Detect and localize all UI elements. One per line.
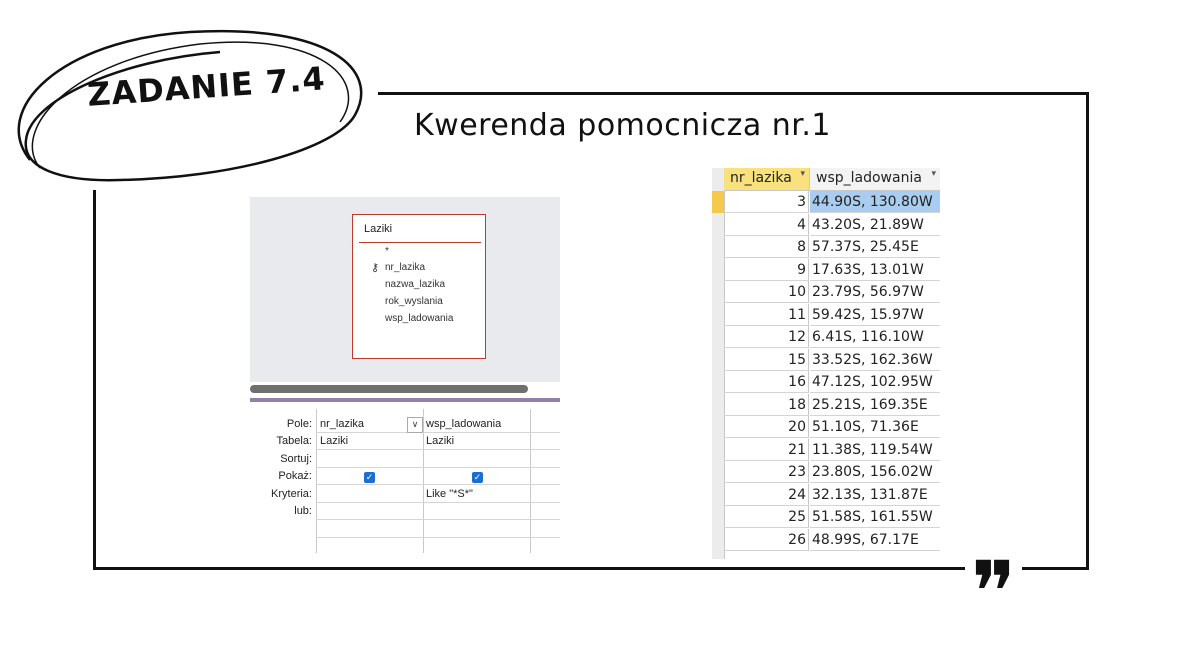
cell-wsp-ladowania[interactable]: 57.37S, 25.45E — [810, 236, 940, 258]
cell-nr-lazika[interactable]: 18 — [724, 393, 809, 416]
row-label-lub: lub: — [294, 505, 312, 517]
cell-wsp-ladowania[interactable]: 11.38S, 119.54W — [810, 439, 940, 461]
cell-wsp-ladowania[interactable]: 59.42S, 15.97W — [810, 304, 940, 326]
cell-wsp-ladowania[interactable]: 25.21S, 169.35E — [810, 394, 940, 416]
cell-nr-lazika[interactable]: 11 — [724, 303, 809, 326]
pane-splitter[interactable] — [250, 398, 560, 402]
cell-nr-lazika[interactable]: 15 — [724, 348, 809, 371]
header-wsp-ladowania[interactable]: wsp_ladowania ▾ — [810, 168, 940, 191]
table-row[interactable]: 15 33.52S, 162.36W — [712, 348, 940, 372]
table-laziki-box[interactable]: Laziki * ⚷ nr_lazika nazwa_lazika rok_wy… — [352, 214, 486, 359]
cell-wsp-ladowania[interactable]: 6.41S, 116.10W — [810, 326, 940, 348]
field-rok-wyslania[interactable]: rok_wyslania — [385, 296, 443, 307]
col1-tabela[interactable]: Laziki — [320, 435, 348, 447]
grid-row-line — [316, 502, 560, 503]
header-label: wsp_ladowania — [816, 170, 922, 186]
table-row[interactable]: 24 32.13S, 131.87E — [712, 483, 940, 507]
cell-wsp-ladowania[interactable]: 51.58S, 161.55W — [810, 506, 940, 528]
col2-pole[interactable]: wsp_ladowania — [426, 418, 501, 430]
grid-row-line — [316, 484, 560, 485]
col1-show-checkbox[interactable]: ✓ — [364, 472, 375, 483]
cell-nr-lazika[interactable]: 3 — [724, 191, 809, 213]
cell-nr-lazika[interactable]: 24 — [724, 483, 809, 506]
cell-nr-lazika[interactable]: 20 — [724, 416, 809, 438]
table-row[interactable]: 18 25.21S, 169.35E — [712, 393, 940, 417]
row-label-sortuj: Sortuj: — [280, 453, 312, 465]
frame-bottom-line — [93, 567, 1089, 570]
cell-wsp-ladowania[interactable]: 17.63S, 13.01W — [810, 259, 940, 281]
table-row[interactable]: 12 6.41S, 116.10W — [712, 326, 940, 349]
table-row[interactable]: 8 57.37S, 25.45E — [712, 236, 940, 259]
grid-col-line — [316, 409, 317, 553]
col2-kryteria[interactable]: Like "*S*" — [426, 488, 473, 500]
table-name: Laziki — [364, 223, 393, 235]
cell-wsp-ladowania[interactable]: 23.79S, 56.97W — [810, 281, 940, 303]
frame-top-line — [378, 92, 1089, 95]
design-table-pane: Laziki * ⚷ nr_lazika nazwa_lazika rok_wy… — [250, 197, 560, 382]
cell-wsp-ladowania[interactable]: 43.20S, 21.89W — [810, 214, 940, 236]
query-designer: Laziki * ⚷ nr_lazika nazwa_lazika rok_wy… — [250, 197, 560, 553]
cell-nr-lazika[interactable]: 25 — [724, 506, 809, 528]
header-label: nr_lazika — [730, 170, 792, 186]
field-wsp-ladowania[interactable]: wsp_ladowania — [385, 313, 453, 324]
grid-row-line — [316, 519, 560, 520]
cell-wsp-ladowania[interactable]: 44.90S, 130.80W — [810, 191, 940, 213]
table-row[interactable]: 11 59.42S, 15.97W — [712, 303, 940, 327]
cell-nr-lazika[interactable]: 12 — [724, 326, 809, 348]
row-label-pokaz: Pokaż: — [278, 470, 312, 482]
cell-wsp-ladowania[interactable]: 23.80S, 156.02W — [810, 461, 940, 483]
cell-nr-lazika[interactable]: 23 — [724, 461, 809, 483]
sort-arrow-icon[interactable]: ▾ — [931, 169, 936, 179]
header-nr-lazika[interactable]: nr_lazika ▾ — [724, 168, 810, 191]
row-label-tabela: Tabela: — [276, 435, 312, 447]
table-divider — [359, 242, 481, 243]
cell-wsp-ladowania[interactable]: 51.10S, 71.36E — [810, 416, 940, 438]
table-row[interactable]: 9 17.63S, 13.01W — [712, 258, 940, 282]
grid-row-line — [316, 432, 560, 433]
table-row[interactable]: 3 44.90S, 130.80W — [712, 191, 940, 214]
cell-wsp-ladowania[interactable]: 33.52S, 162.36W — [810, 349, 940, 371]
field-nazwa-lazika[interactable]: nazwa_lazika — [385, 279, 445, 290]
cell-nr-lazika[interactable]: 21 — [724, 438, 809, 461]
design-grid: Pole: Tabela: Sortuj: Pokaż: Kryteria: l… — [250, 409, 560, 553]
grid-col-line — [530, 409, 531, 553]
col1-pole[interactable]: nr_lazika — [320, 418, 364, 430]
table-row[interactable]: 26 48.99S, 67.17E — [712, 528, 940, 552]
table-row[interactable]: 20 51.10S, 71.36E — [712, 416, 940, 439]
table-row[interactable]: 10 23.79S, 56.97W — [712, 281, 940, 304]
chevron-down-icon[interactable]: ∨ — [407, 417, 423, 433]
col2-show-checkbox[interactable]: ✓ — [472, 472, 483, 483]
cell-nr-lazika[interactable]: 8 — [724, 236, 809, 258]
page-title: Kwerenda pomocnicza nr.1 — [414, 108, 831, 143]
frame-right-line — [1086, 92, 1089, 570]
table-row[interactable]: 16 47.12S, 102.95W — [712, 371, 940, 394]
quote-mark-icon: ❞ — [965, 550, 1023, 594]
frame-left-line — [93, 190, 96, 570]
table-row[interactable]: 4 43.20S, 21.89W — [712, 213, 940, 237]
field-all[interactable]: * — [385, 246, 389, 257]
grid-row-line — [316, 537, 560, 538]
key-icon: ⚷ — [371, 262, 380, 274]
row-label-pole: Pole: — [286, 418, 312, 430]
datasheet: nr_lazika ▾ wsp_ladowania ▾ 3 44.90S, 130… — [712, 168, 940, 559]
table-row[interactable]: 21 11.38S, 119.54W — [712, 438, 940, 462]
grid-row-line — [316, 467, 560, 468]
table-row[interactable]: 23 23.80S, 156.02W — [712, 461, 940, 484]
cell-wsp-ladowania[interactable]: 47.12S, 102.95W — [810, 371, 940, 393]
cell-nr-lazika[interactable]: 9 — [724, 258, 809, 281]
cell-wsp-ladowania[interactable]: 48.99S, 67.17E — [810, 529, 940, 551]
cell-nr-lazika[interactable]: 16 — [724, 371, 809, 393]
horizontal-scrollbar[interactable] — [250, 385, 528, 393]
row-label-kryteria: Kryteria: — [271, 488, 312, 500]
cell-nr-lazika[interactable]: 4 — [724, 213, 809, 236]
cell-nr-lazika[interactable]: 10 — [724, 281, 809, 303]
table-row[interactable]: 25 51.58S, 161.55W — [712, 506, 940, 529]
grid-col-line — [423, 409, 424, 553]
cell-nr-lazika[interactable]: 26 — [724, 528, 809, 551]
sort-arrow-icon[interactable]: ▾ — [800, 169, 805, 179]
col2-tabela[interactable]: Laziki — [426, 435, 454, 447]
field-nr-lazika[interactable]: nr_lazika — [385, 262, 425, 273]
cell-wsp-ladowania[interactable]: 32.13S, 131.87E — [810, 484, 940, 506]
grid-row-line — [316, 449, 560, 450]
